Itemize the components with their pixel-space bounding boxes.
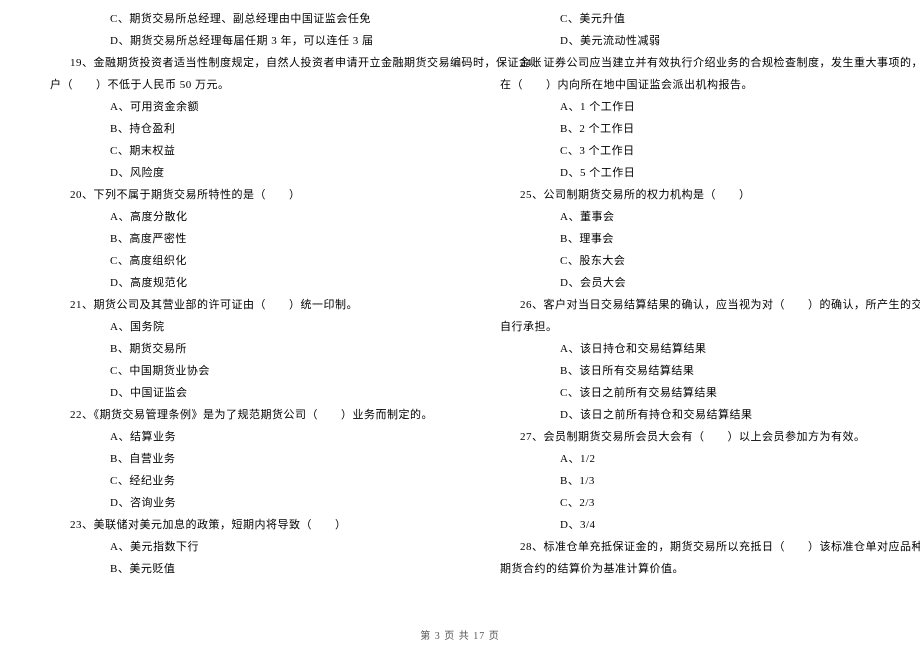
- question-24: 24、证券公司应当建立并有效执行介绍业务的合规检查制度，发生重大事项的，证券公司…: [500, 52, 870, 74]
- q20-option-c: C、高度组织化: [50, 250, 420, 272]
- q23-option-d: D、美元流动性减弱: [500, 30, 870, 52]
- left-column: C、期货交易所总经理、副总经理由中国证监会任免 D、期货交易所总经理每届任期 3…: [0, 8, 460, 615]
- q20-option-d: D、高度规范化: [50, 272, 420, 294]
- q26-option-b: B、该日所有交易结算结果: [500, 360, 870, 382]
- q24-option-a: A、1 个工作日: [500, 96, 870, 118]
- q19-option-b: B、持仓盈利: [50, 118, 420, 140]
- q20-option-a: A、高度分散化: [50, 206, 420, 228]
- q25-option-a: A、董事会: [500, 206, 870, 228]
- option-c: C、期货交易所总经理、副总经理由中国证监会任免: [50, 8, 420, 30]
- q25-option-c: C、股东大会: [500, 250, 870, 272]
- question-20: 20、下列不属于期货交易所特性的是（ ）: [50, 184, 420, 206]
- q22-option-d: D、咨询业务: [50, 492, 420, 514]
- q25-option-d: D、会员大会: [500, 272, 870, 294]
- question-28-cont: 期货合约的结算价为基准计算价值。: [500, 558, 870, 580]
- q27-option-c: C、2/3: [500, 492, 870, 514]
- q26-option-a: A、该日持仓和交易结算结果: [500, 338, 870, 360]
- q23-option-b: B、美元贬值: [50, 558, 420, 580]
- question-19-cont: 户（ ）不低于人民币 50 万元。: [50, 74, 420, 96]
- question-28: 28、标准仓单充抵保证金的，期货交易所以充抵日（ ）该标准仓单对应品种最近交割月…: [500, 536, 870, 558]
- q27-option-b: B、1/3: [500, 470, 870, 492]
- q24-option-d: D、5 个工作日: [500, 162, 870, 184]
- q22-option-b: B、自营业务: [50, 448, 420, 470]
- question-26: 26、客户对当日交易结算结果的确认，应当视为对（ ）的确认，所产生的交易后果由客…: [500, 294, 870, 316]
- question-22: 22、《期货交易管理条例》是为了规范期货公司（ ）业务而制定的。: [50, 404, 420, 426]
- question-24-cont: 在（ ）内向所在地中国证监会派出机构报告。: [500, 74, 870, 96]
- right-column: C、美元升值 D、美元流动性减弱 24、证券公司应当建立并有效执行介绍业务的合规…: [460, 8, 920, 615]
- question-23: 23、美联储对美元加息的政策，短期内将导致（ ）: [50, 514, 420, 536]
- q27-option-a: A、1/2: [500, 448, 870, 470]
- q21-option-c: C、中国期货业协会: [50, 360, 420, 382]
- q26-option-d: D、该日之前所有持仓和交易结算结果: [500, 404, 870, 426]
- q22-option-a: A、结算业务: [50, 426, 420, 448]
- question-26-cont: 自行承担。: [500, 316, 870, 338]
- q19-option-d: D、风险度: [50, 162, 420, 184]
- q19-option-a: A、可用资金余额: [50, 96, 420, 118]
- question-27: 27、会员制期货交易所会员大会有（ ）以上会员参加方为有效。: [500, 426, 870, 448]
- question-21: 21、期货公司及其营业部的许可证由（ ）统一印制。: [50, 294, 420, 316]
- q24-option-c: C、3 个工作日: [500, 140, 870, 162]
- q25-option-b: B、理事会: [500, 228, 870, 250]
- q21-option-d: D、中国证监会: [50, 382, 420, 404]
- q27-option-d: D、3/4: [500, 514, 870, 536]
- q21-option-b: B、期货交易所: [50, 338, 420, 360]
- q24-option-b: B、2 个工作日: [500, 118, 870, 140]
- page-footer: 第 3 页 共 17 页: [0, 627, 920, 642]
- question-19: 19、金融期货投资者适当性制度规定，自然人投资者申请开立金融期货交易编码时，保证…: [50, 52, 420, 74]
- question-25: 25、公司制期货交易所的权力机构是（ ）: [500, 184, 870, 206]
- q22-option-c: C、经纪业务: [50, 470, 420, 492]
- q23-option-a: A、美元指数下行: [50, 536, 420, 558]
- q26-option-c: C、该日之前所有交易结算结果: [500, 382, 870, 404]
- page-container: C、期货交易所总经理、副总经理由中国证监会任免 D、期货交易所总经理每届任期 3…: [0, 0, 920, 615]
- q19-option-c: C、期末权益: [50, 140, 420, 162]
- option-d: D、期货交易所总经理每届任期 3 年，可以连任 3 届: [50, 30, 420, 52]
- q20-option-b: B、高度严密性: [50, 228, 420, 250]
- q21-option-a: A、国务院: [50, 316, 420, 338]
- q23-option-c: C、美元升值: [500, 8, 870, 30]
